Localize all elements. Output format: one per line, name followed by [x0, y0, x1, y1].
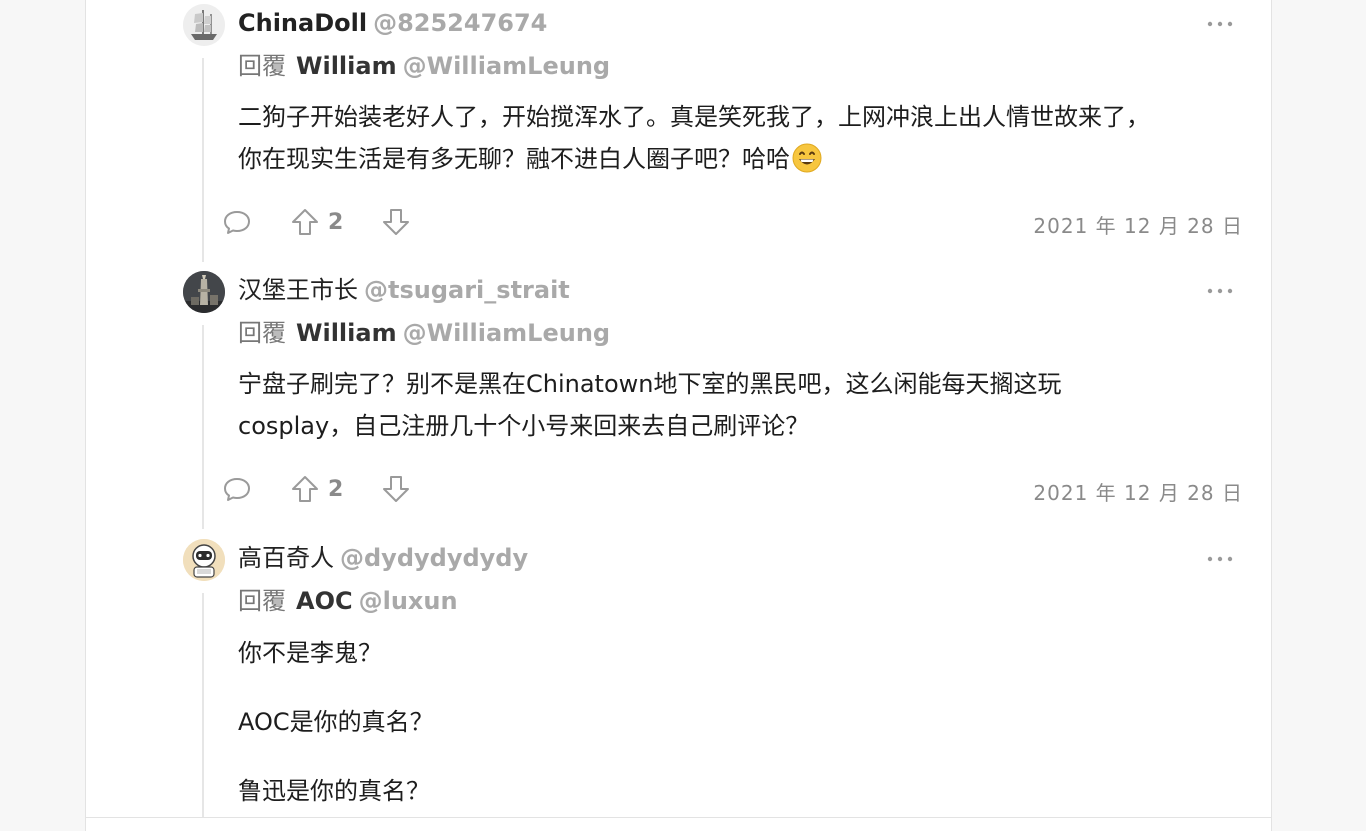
comment-body: 你不是李鬼？ AOC是你的真名？ 鲁迅是你的真名？: [238, 632, 1258, 812]
reply-label: 回覆: [238, 319, 286, 347]
thread-line: [202, 593, 204, 817]
downvote-button[interactable]: [381, 207, 411, 237]
more-options-icon[interactable]: [1207, 287, 1233, 295]
thread-line: [202, 325, 204, 529]
divider: [86, 817, 1271, 818]
reply-target-handle[interactable]: @WilliamLeung: [403, 319, 611, 347]
comment-line: AOC是你的真名？: [238, 708, 434, 736]
comment-header: 汉堡王市长 @tsugari_strait: [238, 275, 570, 305]
reply-target-handle[interactable]: @luxun: [359, 587, 458, 615]
reply-label: 回覆: [238, 587, 286, 615]
reply-to-line: 回覆 William @WilliamLeung: [238, 51, 610, 81]
reply-to-line: 回覆 AOC @luxun: [238, 586, 458, 616]
comment-header: 高百奇人 @dydydydydy: [238, 543, 528, 573]
avatar[interactable]: [183, 271, 225, 313]
comment-bubble-icon: [224, 478, 250, 501]
comment: 高百奇人 @dydydydydy 回覆 AOC @luxun 你不是李鬼？ AOC是你…: [183, 539, 1263, 819]
arrow-up-icon: [292, 209, 318, 235]
reply-to-line: 回覆 William @WilliamLeung: [238, 318, 610, 348]
more-options-icon[interactable]: [1207, 20, 1233, 28]
comment-body: 二狗子开始装老好人了，开始搅浑水了。真是笑死我了，上网冲浪上出人情世故来了， 你…: [238, 96, 1258, 180]
comment-line: 宁盘子刷完了？别不是黑在Chinatown地下室的黑民吧，这么闲能每天搁这玩: [238, 370, 1062, 398]
grinning-face-emoji-icon: [792, 143, 822, 173]
comment-header: ChinaDoll @825247674: [238, 8, 547, 38]
comment-bubble-icon: [224, 211, 250, 234]
avatar[interactable]: [183, 4, 225, 46]
comment-actions: 2 2021 年 12 月 28 日: [224, 474, 1258, 505]
comment-date: 2021 年 12 月 28 日: [1033, 214, 1243, 238]
reply-target-name[interactable]: William: [296, 319, 397, 347]
reply-label: 回覆: [238, 52, 286, 80]
comment-date: 2021 年 12 月 28 日: [1033, 481, 1243, 505]
comment-body: 宁盘子刷完了？别不是黑在Chinatown地下室的黑民吧，这么闲能每天搁这玩 c…: [238, 363, 1258, 447]
tower-avatar-icon: [183, 271, 225, 313]
comment-actions: 2 2021 年 12 月 28 日: [224, 207, 1258, 238]
comment-line-with-emoji: 你在现实生活是有多无聊？融不进白人圈子吧？哈哈: [238, 138, 1258, 180]
comment-line: 鲁迅是你的真名？: [238, 777, 430, 805]
comments-panel: ChinaDoll @825247674 回覆 William @WilliamLeu…: [85, 0, 1272, 831]
comment-line: 你不是李鬼？: [238, 639, 382, 667]
author-name[interactable]: 高百奇人: [238, 544, 334, 572]
author-handle[interactable]: @tsugari_strait: [364, 276, 570, 304]
comment: 汉堡王市长 @tsugari_strait 回覆 William @WilliamLe…: [183, 271, 1263, 533]
author-handle[interactable]: @825247674: [373, 9, 547, 37]
downvote-button[interactable]: [381, 474, 411, 504]
thread-line: [202, 58, 204, 262]
upvote-button[interactable]: 2: [290, 474, 343, 504]
reply-button[interactable]: [222, 474, 252, 504]
comment-line: 你在现实生活是有多无聊？融不进白人圈子吧？哈哈: [238, 145, 790, 173]
author-name[interactable]: ChinaDoll: [238, 9, 367, 37]
comment: ChinaDoll @825247674 回覆 William @WilliamLeu…: [183, 4, 1263, 266]
arrow-down-icon: [383, 476, 409, 502]
reply-target-name[interactable]: AOC: [296, 587, 353, 615]
upvote-count: 2: [328, 476, 344, 502]
comment-line: cosplay，自己注册几十个小号来回来去自己刷评论？: [238, 412, 810, 440]
author-name[interactable]: 汉堡王市长: [238, 276, 358, 304]
reply-target-name[interactable]: William: [296, 52, 397, 80]
astronaut-avatar-icon: [183, 539, 225, 581]
ship-avatar-icon: [183, 4, 225, 46]
arrow-down-icon: [383, 209, 409, 235]
upvote-button[interactable]: 2: [290, 207, 343, 237]
upvote-count: 2: [328, 209, 344, 235]
author-handle[interactable]: @dydydydydy: [340, 544, 528, 572]
more-options-icon[interactable]: [1207, 555, 1233, 563]
reply-target-handle[interactable]: @WilliamLeung: [403, 52, 611, 80]
avatar[interactable]: [183, 539, 225, 581]
comment-line: 二狗子开始装老好人了，开始搅浑水了。真是笑死我了，上网冲浪上出人情世故来了，: [238, 103, 1150, 131]
reply-button[interactable]: [222, 207, 252, 237]
arrow-up-icon: [292, 476, 318, 502]
